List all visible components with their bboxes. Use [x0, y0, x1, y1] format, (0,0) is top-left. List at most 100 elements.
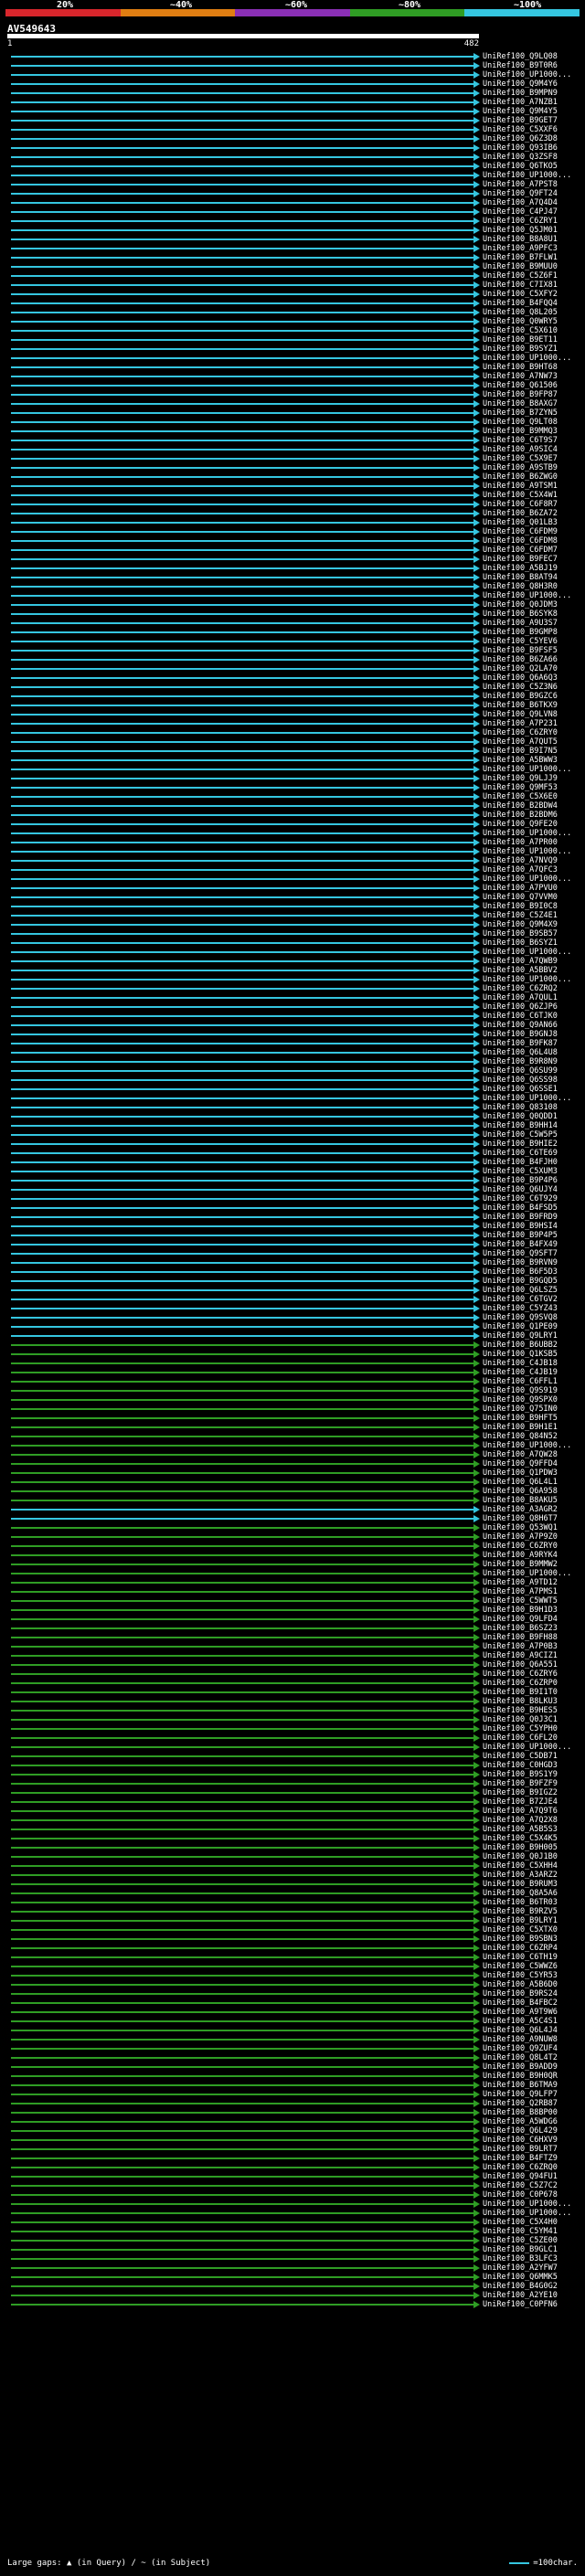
hit-id-link[interactable]: UniRef100_B4FJH0 — [483, 1158, 558, 1167]
hit-row[interactable]: UniRef100_B9ET11 — [0, 335, 585, 345]
hit-id-link[interactable]: UniRef100_A7NZB1 — [483, 98, 558, 107]
hit-alignment-line[interactable] — [11, 275, 473, 277]
hit-id-link[interactable]: UniRef100_B9H005 — [483, 1843, 558, 1852]
hit-row[interactable]: UniRef100_Q9LJJ9 — [0, 774, 585, 783]
hit-id-link[interactable]: UniRef100_UP1000... — [483, 2209, 571, 2218]
hit-id-link[interactable]: UniRef100_B8AKU5 — [483, 1496, 558, 1505]
hit-id-link[interactable]: UniRef100_Q9MF53 — [483, 783, 558, 792]
hit-id-link[interactable]: UniRef100_Q53WQ1 — [483, 1523, 558, 1532]
hit-alignment-line[interactable] — [11, 1034, 473, 1035]
hit-alignment-line[interactable] — [11, 1536, 473, 1538]
hit-row[interactable]: UniRef100_A9PFC3 — [0, 244, 585, 253]
hit-alignment-line[interactable] — [11, 1171, 473, 1172]
hit-id-link[interactable]: UniRef100_B8AXG7 — [483, 399, 558, 408]
hit-alignment-line[interactable] — [11, 2194, 473, 2196]
hit-id-link[interactable]: UniRef100_B8LKU3 — [483, 1697, 558, 1706]
hit-id-link[interactable]: UniRef100_UP1000... — [483, 70, 571, 80]
hit-alignment-line[interactable] — [11, 376, 473, 377]
hit-row[interactable]: UniRef100_B9HSI4 — [0, 1222, 585, 1231]
hit-row[interactable]: UniRef100_B9RVN9 — [0, 1258, 585, 1267]
hit-id-link[interactable]: UniRef100_Q75IN0 — [483, 1405, 558, 1414]
hit-row[interactable]: UniRef100_B9LRY1 — [0, 1916, 585, 1925]
hit-alignment-line[interactable] — [11, 823, 473, 825]
hit-row[interactable]: UniRef100_C5YEV6 — [0, 637, 585, 646]
hit-id-link[interactable]: UniRef100_B6TKX9 — [483, 701, 558, 710]
hit-row[interactable]: UniRef100_B9FK87 — [0, 1039, 585, 1048]
hit-id-link[interactable]: UniRef100_B3LFC3 — [483, 2254, 558, 2263]
hit-alignment-line[interactable] — [11, 284, 473, 286]
hit-row[interactable]: UniRef100_Q9LRY1 — [0, 1331, 585, 1341]
hit-alignment-line[interactable] — [11, 631, 473, 633]
hit-alignment-line[interactable] — [11, 2212, 473, 2214]
hit-id-link[interactable]: UniRef100_B8BP00 — [483, 2108, 558, 2117]
hit-alignment-line[interactable] — [11, 184, 473, 186]
hit-alignment-line[interactable] — [11, 1920, 473, 1922]
hit-id-link[interactable]: UniRef100_B9H1E1 — [483, 1423, 558, 1432]
hit-alignment-line[interactable] — [11, 1417, 473, 1419]
hit-alignment-line[interactable] — [11, 2276, 473, 2278]
hit-id-link[interactable]: UniRef100_Q9LRY1 — [483, 1331, 558, 1341]
hit-alignment-line[interactable] — [11, 1792, 473, 1794]
hit-id-link[interactable]: UniRef100_B9T0R6 — [483, 61, 558, 70]
hit-row[interactable]: UniRef100_A7PST8 — [0, 180, 585, 189]
hit-row[interactable]: UniRef100_C6ZRQ0 — [0, 2163, 585, 2172]
hit-row[interactable]: UniRef100_C0PFN6 — [0, 2300, 585, 2309]
hit-id-link[interactable]: UniRef100_A7QW28 — [483, 1450, 558, 1459]
hit-id-link[interactable]: UniRef100_Q2RB87 — [483, 2099, 558, 2108]
hit-alignment-line[interactable] — [11, 211, 473, 213]
hit-alignment-line[interactable] — [11, 1381, 473, 1383]
hit-alignment-line[interactable] — [11, 229, 473, 231]
hit-row[interactable]: UniRef100_Q9SFT7 — [0, 1249, 585, 1258]
hit-alignment-line[interactable] — [11, 531, 473, 533]
hit-row[interactable]: UniRef100_Q0WRY5 — [0, 317, 585, 326]
hit-id-link[interactable]: UniRef100_C5X9E7 — [483, 454, 558, 463]
hit-row[interactable]: UniRef100_B9T0R6 — [0, 61, 585, 70]
hit-alignment-line[interactable] — [11, 842, 473, 843]
hit-id-link[interactable]: UniRef100_C6ZRY0 — [483, 1542, 558, 1551]
hit-alignment-line[interactable] — [11, 1143, 473, 1145]
hit-id-link[interactable]: UniRef100_UP1000... — [483, 829, 571, 838]
hit-row[interactable]: UniRef100_A7NZB1 — [0, 98, 585, 107]
hit-row[interactable]: UniRef100_A5BWW3 — [0, 756, 585, 765]
hit-row[interactable]: UniRef100_UP1000... — [0, 2200, 585, 2209]
hit-alignment-line[interactable] — [11, 650, 473, 652]
hit-id-link[interactable]: UniRef100_B8A8U1 — [483, 235, 558, 244]
hit-id-link[interactable]: UniRef100_A3ARZ2 — [483, 1871, 558, 1880]
hit-alignment-line[interactable] — [11, 2167, 473, 2168]
hit-id-link[interactable]: UniRef100_Q6L4U8 — [483, 1048, 558, 1057]
hit-alignment-line[interactable] — [11, 2249, 473, 2251]
hit-row[interactable]: UniRef100_B9I1T0 — [0, 1688, 585, 1697]
hit-alignment-line[interactable] — [11, 1984, 473, 1986]
hit-row[interactable]: UniRef100_A9TSM1 — [0, 482, 585, 491]
hit-row[interactable]: UniRef100_Q0QDD1 — [0, 1112, 585, 1121]
hit-row[interactable]: UniRef100_C5WWT5 — [0, 1596, 585, 1606]
hit-alignment-line[interactable] — [11, 1271, 473, 1273]
hit-id-link[interactable]: UniRef100_Q0QDD1 — [483, 1112, 558, 1121]
hit-id-link[interactable]: UniRef100_C5XUM3 — [483, 1167, 558, 1176]
hit-alignment-line[interactable] — [11, 193, 473, 195]
hit-alignment-line[interactable] — [11, 1902, 473, 1903]
hit-row[interactable]: UniRef100_C6FFL1 — [0, 1377, 585, 1386]
hit-id-link[interactable]: UniRef100_C5W5P5 — [483, 1130, 558, 1140]
hit-row[interactable]: UniRef100_C6TE69 — [0, 1149, 585, 1158]
hit-row[interactable]: UniRef100_A7QUL1 — [0, 993, 585, 1002]
hit-alignment-line[interactable] — [11, 111, 473, 112]
hit-id-link[interactable]: UniRef100_B9R8N9 — [483, 1057, 558, 1066]
hit-alignment-line[interactable] — [11, 814, 473, 816]
hit-row[interactable]: UniRef100_C5XUM3 — [0, 1167, 585, 1176]
hit-alignment-line[interactable] — [11, 714, 473, 716]
hit-id-link[interactable]: UniRef100_Q9LJJ9 — [483, 774, 558, 783]
hit-alignment-line[interactable] — [11, 604, 473, 606]
hit-id-link[interactable]: UniRef100_C6ZRY0 — [483, 728, 558, 737]
hit-alignment-line[interactable] — [11, 750, 473, 752]
hit-row[interactable]: UniRef100_B8A8U1 — [0, 235, 585, 244]
hit-row[interactable]: UniRef100_Q8L4T2 — [0, 2053, 585, 2062]
hit-id-link[interactable]: UniRef100_Q8H6T7 — [483, 1514, 558, 1523]
hit-alignment-line[interactable] — [11, 586, 473, 588]
hit-row[interactable]: UniRef100_B9MMQ3 — [0, 427, 585, 436]
hit-alignment-line[interactable] — [11, 677, 473, 679]
hit-id-link[interactable]: UniRef100_B9HH14 — [483, 1121, 558, 1130]
hit-id-link[interactable]: UniRef100_B6ZA72 — [483, 509, 558, 518]
hit-alignment-line[interactable] — [11, 2048, 473, 2050]
hit-row[interactable]: UniRef100_B9RZV5 — [0, 1907, 585, 1916]
